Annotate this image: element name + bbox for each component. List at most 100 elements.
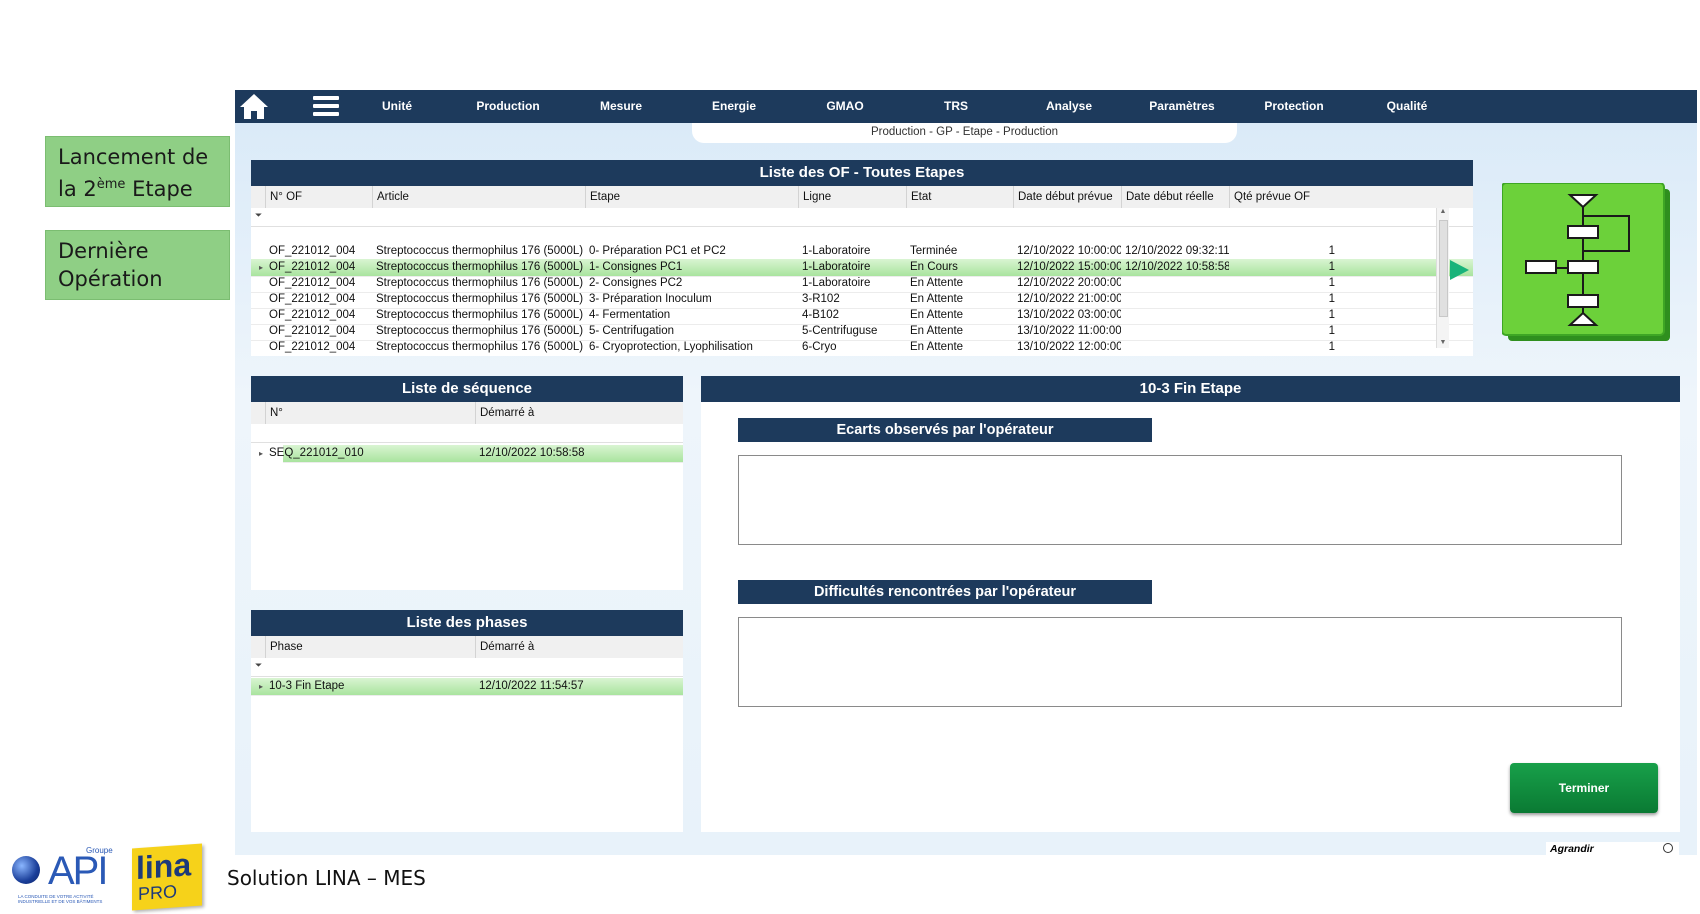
filter-row[interactable]: ⏷ [251, 658, 683, 677]
table-row[interactable]: ▸ SEQ_221012_010 12/10/2022 10:58:58 [259, 445, 683, 463]
api-tagline: LA CONDUITE DE VOTRE ACTIVITÉ INDUSTRIEL… [18, 894, 103, 904]
table-cell: SEQ_221012_010 [269, 447, 364, 459]
sequence-list-grid: N° Démarré à ▸ SEQ_221012_010 12/10/2022 10:… [251, 402, 683, 590]
flowchart-icon[interactable] [1502, 183, 1674, 345]
table-row[interactable]: ▸ 10-3 Fin Etape 12/10/2022 11:54:57 [251, 678, 683, 696]
difficultes-label: Difficultés rencontrées par l'opérateur [738, 580, 1152, 604]
table-cell: 1 [1328, 277, 1335, 289]
filter-row[interactable] [251, 424, 683, 443]
search-icon [1663, 843, 1673, 853]
nav-item-trs[interactable]: TRS [901, 90, 1011, 123]
table-cell: 1 [1328, 293, 1335, 305]
table-cell: En Attente [910, 293, 964, 305]
table-cell: En Attente [910, 325, 964, 337]
nav-item-unite[interactable]: Unité [342, 90, 452, 123]
row-indicator-icon: ▸ [259, 682, 264, 691]
table-cell: 1 [1328, 261, 1335, 273]
hamburger-menu-icon[interactable] [313, 96, 339, 116]
table-cell: 4- Fermentation [589, 309, 671, 321]
table-cell: Streptococcus thermophilus 176 (5000L) .… [372, 355, 585, 356]
lina-pro-text: PRO [138, 881, 178, 905]
nav-item-production[interactable]: Production [453, 90, 563, 123]
table-row[interactable]: OF_221012_004Streptococcus thermophilus … [251, 355, 1473, 356]
filter-row[interactable]: ⏷ [251, 208, 1473, 227]
table-cell: En Cours [910, 261, 958, 273]
table-cell: Streptococcus thermophilus 176 (5000L) .… [376, 245, 585, 257]
table-cell: OF_221012_004 [269, 245, 356, 257]
table-cell: 12/10/2022 10:58:58 [1125, 261, 1229, 273]
api-logo: Groupe API LA CONDUITE DE VOTRE ACTIVITÉ… [10, 846, 120, 908]
next-arrow-icon[interactable] [1447, 258, 1471, 282]
difficultes-textarea[interactable] [738, 617, 1622, 707]
of-list-title: Liste des OF - Toutes Etapes [251, 160, 1473, 186]
filter-icon[interactable]: ⏷ [255, 210, 262, 221]
column-header[interactable]: N° OF [265, 186, 372, 208]
column-header[interactable]: Article [372, 186, 585, 208]
table-cell: En Attente [906, 355, 1013, 356]
column-header[interactable]: Qté prévue OF [1229, 186, 1339, 208]
column-header[interactable]: N° [265, 402, 475, 424]
ecarts-label: Ecarts observés par l'opérateur [738, 418, 1152, 442]
table-cell: 12/10/2022 10:58:58 [479, 447, 585, 459]
terminer-button[interactable]: Terminer [1510, 763, 1658, 813]
table-cell: Streptococcus thermophilus 176 (5000L) .… [376, 341, 585, 353]
table-cell: 12/10/2022 11:54:57 [479, 680, 584, 692]
scroll-down-icon[interactable]: ▼ [1437, 339, 1449, 346]
globe-icon [12, 856, 40, 884]
breadcrumb: Production - GP - Etape - Production [692, 123, 1237, 143]
note-last-operation: Dernière Opération [45, 230, 230, 300]
nav-item-protection[interactable]: Protection [1239, 90, 1349, 123]
table-cell: OF_221012_004 [269, 309, 356, 321]
table-cell: 13/10/2022 12:00:00 [1013, 355, 1121, 356]
nav-item-gmao[interactable]: GMAO [790, 90, 900, 123]
table-cell: Streptococcus thermophilus 176 (5000L) .… [376, 309, 585, 321]
table-cell: 12/10/2022 21:00:00 [1017, 293, 1121, 305]
nav-item-mesure[interactable]: Mesure [566, 90, 676, 123]
table-cell: OF_221012_004 [269, 325, 356, 337]
table-cell: 1 [1328, 341, 1335, 353]
table-cell: Streptococcus thermophilus 176 (5000L) .… [376, 261, 585, 273]
table-cell: 12/10/2022 20:00:00 [1017, 277, 1121, 289]
filter-icon[interactable]: ⏷ [255, 660, 262, 671]
table-cell: 5- Centrifugation [589, 325, 675, 337]
table-cell: 3-R102 [802, 293, 840, 305]
table-cell: OF_221012_004 [269, 341, 356, 353]
column-header[interactable]: Etape [585, 186, 798, 208]
grid-header: N° Démarré à [251, 402, 683, 425]
table-cell: 1-Laboratoire [802, 261, 871, 273]
column-header[interactable]: Etat [906, 186, 1013, 208]
table-cell: 7- Broyage et Conditionnement [585, 355, 798, 356]
scroll-up-icon[interactable]: ▲ [1437, 208, 1449, 215]
table-cell: 1 [1328, 245, 1335, 257]
top-navigation-bar: Unité Production Mesure Energie GMAO TRS Analy… [235, 90, 1697, 123]
column-header[interactable]: Date début prévue [1013, 186, 1121, 208]
table-row[interactable]: OF_221012_004 Streptococcus thermophilus … [251, 339, 1473, 356]
agrandir-button[interactable]: Agrandir [1546, 842, 1679, 856]
column-header[interactable]: Démarré à [475, 636, 683, 658]
of-list-grid: N° OF Article Etape Ligne Etat Date début pré… [251, 186, 1473, 356]
table-cell: 3- Préparation Inoculum [589, 293, 712, 305]
row-indicator-icon: ▸ [259, 449, 264, 458]
column-header[interactable]: Ligne [798, 186, 906, 208]
table-cell: En Attente [910, 341, 964, 353]
ecarts-textarea[interactable] [738, 455, 1622, 545]
end-step-title: 10-3 Fin Etape [701, 376, 1680, 402]
table-cell: 1 [1328, 309, 1335, 321]
column-header[interactable]: Phase [265, 636, 475, 658]
nav-item-analyse[interactable]: Analyse [1014, 90, 1124, 123]
table-cell: 1- Consignes PC1 [589, 261, 683, 273]
column-header[interactable]: Date début réelle [1121, 186, 1229, 208]
agrandir-label: Agrandir [1550, 843, 1594, 855]
footer-caption: Solution LINA – MES [227, 866, 426, 890]
table-cell: Streptococcus thermophilus 176 (5000L) .… [376, 277, 585, 289]
nav-item-parametres[interactable]: Paramètres [1127, 90, 1237, 123]
nav-item-qualite[interactable]: Qualité [1352, 90, 1462, 123]
nav-item-energie[interactable]: Energie [679, 90, 789, 123]
column-header[interactable]: Démarré à [475, 402, 683, 424]
table-cell: 7-Broyeur [798, 355, 906, 356]
api-logo-text: API [48, 849, 109, 893]
table-cell: 4-B102 [802, 309, 840, 321]
table-cell: 12/10/2022 15:00:00 [1017, 261, 1121, 273]
home-icon[interactable] [238, 92, 270, 120]
table-cell: Terminée [910, 245, 958, 257]
